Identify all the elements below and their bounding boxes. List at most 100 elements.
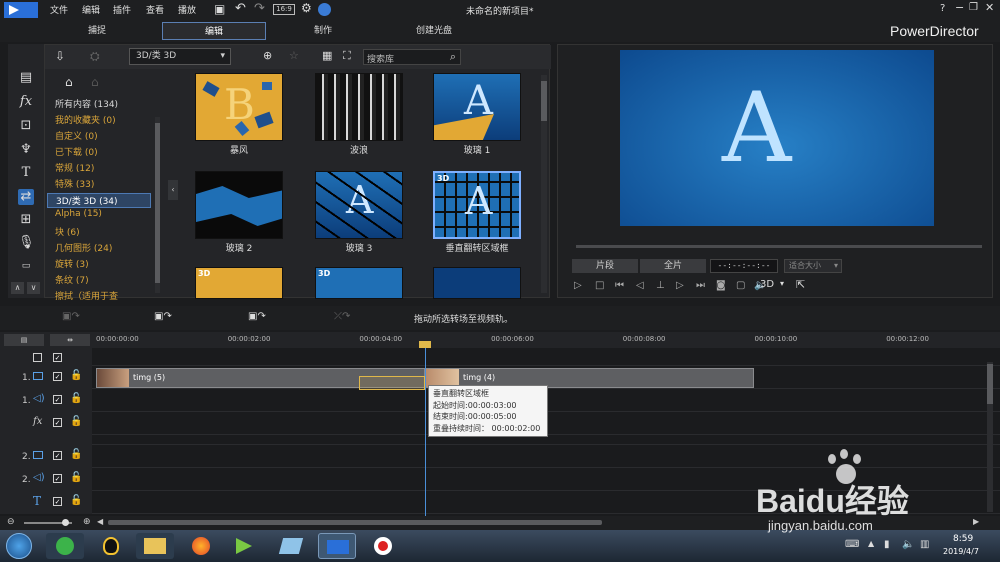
track-enable-checkbox[interactable]: ✓ — [53, 474, 62, 483]
library-scrollbar[interactable] — [541, 75, 547, 293]
voice-over-icon[interactable]: 🎙 — [18, 235, 35, 251]
category-item[interactable]: 已下载 (0) — [55, 145, 98, 158]
category-item[interactable]: 自定义 (0) — [55, 129, 98, 142]
settings-gear-icon[interactable]: ⚙ — [301, 1, 312, 15]
minimize-button[interactable]: − — [955, 1, 964, 14]
keyboard-tray-icon[interactable]: ⌨ — [845, 539, 859, 550]
taskbar-app-media[interactable] — [226, 533, 264, 559]
category-item[interactable]: 条纹 (7) — [55, 273, 89, 286]
undo-icon[interactable]: ↶ — [235, 1, 246, 16]
scroll-left-icon[interactable]: ◀ — [97, 517, 103, 526]
grid-view-icon[interactable]: ▦ — [322, 49, 332, 62]
menu-file[interactable]: 文件 — [50, 3, 68, 16]
category-item[interactable]: 常规 (12) — [55, 161, 94, 174]
timeline-horizontal-scrollbar[interactable] — [108, 520, 602, 525]
split-icon[interactable]: ⊥ — [656, 280, 665, 291]
menu-plugin[interactable]: 插件 — [113, 3, 131, 16]
zoom-slider-handle[interactable] — [62, 519, 69, 526]
audio-mixing-icon[interactable]: ⊞ — [18, 212, 34, 228]
category-item[interactable]: 所有内容 (134) — [55, 97, 118, 110]
track-enable-all-checkbox[interactable]: ✓ — [53, 353, 62, 362]
zoom-in-icon[interactable]: ⊕ — [83, 517, 91, 527]
next-frame-icon[interactable]: ▷ — [676, 280, 684, 291]
fullscreen-icon[interactable]: ⛶ — [343, 49, 351, 63]
transition-crossfade-icon[interactable]: ▣↷ — [154, 311, 172, 322]
tab-capture[interactable]: 捕捉 — [62, 22, 132, 40]
taskbar-app-qq[interactable] — [92, 533, 130, 559]
tab-edit[interactable]: 编辑 — [162, 22, 266, 40]
menu-play[interactable]: 播放 — [178, 3, 196, 16]
tray-expand-icon[interactable]: ▲ — [868, 539, 874, 548]
add-category-icon[interactable]: ⌂ — [65, 75, 73, 89]
redo-icon[interactable]: ↷ — [254, 1, 265, 16]
taskbar-app-explorer[interactable] — [136, 533, 174, 559]
import-icon[interactable]: ⇩ — [55, 49, 65, 63]
add-favorite-icon[interactable]: ☆ — [289, 49, 299, 62]
transition-thumb-glass-2[interactable] — [195, 171, 283, 239]
fit-timeline-button[interactable]: ⇹ — [50, 334, 90, 346]
taskbar-app-360[interactable] — [46, 533, 84, 559]
transition-thumb-glass-3[interactable]: A — [315, 171, 403, 239]
volume-tray-icon[interactable]: 🔈 — [902, 539, 914, 550]
tab-create-disc[interactable]: 创建光盘 — [396, 22, 472, 40]
category-item[interactable]: 几何图形 (24) — [55, 241, 112, 254]
external-display-icon[interactable]: ⇱ — [796, 278, 805, 291]
menu-edit[interactable]: 编辑 — [82, 3, 100, 16]
previous-frame-icon[interactable]: ⏮ — [615, 280, 624, 291]
tab-produce[interactable]: 制作 — [288, 22, 358, 40]
track-manager-button[interactable]: ▤ — [4, 334, 44, 346]
save-icon[interactable]: ▣ — [214, 2, 225, 16]
add-to-track-icon[interactable]: ⊕ — [263, 49, 272, 62]
restore-button[interactable]: ❐ — [969, 2, 978, 13]
transition-thumb-row3-2[interactable]: 3D — [315, 267, 403, 299]
close-button[interactable]: ✕ — [985, 1, 994, 14]
track-enable-checkbox[interactable]: ✓ — [53, 451, 62, 460]
track-enable-checkbox[interactable]: ✓ — [53, 395, 62, 404]
pip-room-icon[interactable]: ⊡ — [18, 118, 34, 134]
transition-thumb-row3-1[interactable]: 3D — [195, 267, 283, 299]
category-item[interactable]: 块 (6) — [55, 225, 80, 238]
transition-suffix-icon[interactable]: ⤫↷ — [334, 311, 350, 322]
transition-thumb-row3-3[interactable] — [433, 267, 521, 299]
media-room-icon[interactable]: ▤ — [18, 70, 34, 86]
stop-icon[interactable]: □ — [595, 280, 604, 291]
aspect-ratio-icon[interactable]: 16:9 — [273, 4, 295, 15]
taskbar-app-recorder[interactable] — [364, 533, 402, 559]
chevron-down-icon[interactable]: ▾ — [780, 279, 784, 288]
taskbar-app-notes[interactable] — [272, 533, 310, 559]
playhead-marker[interactable] — [419, 341, 431, 348]
lock-icon[interactable]: 🔓 — [70, 449, 82, 460]
fx-room-icon[interactable]: fx — [18, 94, 34, 110]
network-tray-icon[interactable]: ▥ — [920, 539, 929, 550]
delete-category-icon[interactable]: ⌂ — [91, 75, 99, 89]
category-item[interactable]: 旋转 (3) — [55, 257, 89, 270]
category-item[interactable]: 我的收藏夹 (0) — [55, 113, 116, 126]
timeline-vertical-scrollbar[interactable] — [987, 362, 993, 512]
undock-icon[interactable]: ▢ — [736, 280, 745, 291]
transition-drop-zone[interactable] — [359, 376, 425, 390]
menu-view[interactable]: 查看 — [146, 3, 164, 16]
movie-mode-button[interactable]: 全片 — [640, 259, 706, 273]
snapshot-icon[interactable]: ◙ — [716, 280, 726, 291]
mode-3d-button[interactable]: 3D — [760, 279, 774, 290]
category-scrollbar[interactable] — [155, 117, 160, 293]
track-enable-checkbox[interactable]: ✓ — [53, 497, 62, 506]
scroll-down-icon[interactable]: ∨ — [27, 282, 40, 294]
zoom-out-icon[interactable]: ⊖ — [7, 517, 15, 527]
particle-room-icon[interactable]: ♆ — [18, 142, 34, 158]
category-select[interactable]: 3D/类 3D ▾ — [129, 48, 231, 65]
lock-icon[interactable]: 🔓 — [70, 472, 82, 483]
track-enable-checkbox[interactable]: ✓ — [53, 372, 62, 381]
lock-icon[interactable]: 🔓 — [70, 495, 82, 506]
scroll-right-icon[interactable]: ▶ — [973, 517, 979, 526]
category-item[interactable]: 擦拭（适用于查 — [55, 289, 118, 302]
category-item[interactable]: 3D/类 3D (34) — [47, 193, 151, 208]
preview-scrubber[interactable] — [576, 245, 982, 248]
play-icon[interactable]: ▷ — [574, 280, 582, 291]
transition-thumb-wave[interactable] — [315, 73, 403, 141]
lock-icon[interactable]: 🔓 — [70, 370, 82, 381]
transition-room-icon[interactable]: ⇄ — [18, 189, 34, 205]
subtitle-room-icon[interactable]: ▭ — [18, 258, 34, 274]
collapse-panel-icon[interactable]: ‹ — [168, 180, 178, 200]
scroll-up-icon[interactable]: ∧ — [11, 282, 24, 294]
